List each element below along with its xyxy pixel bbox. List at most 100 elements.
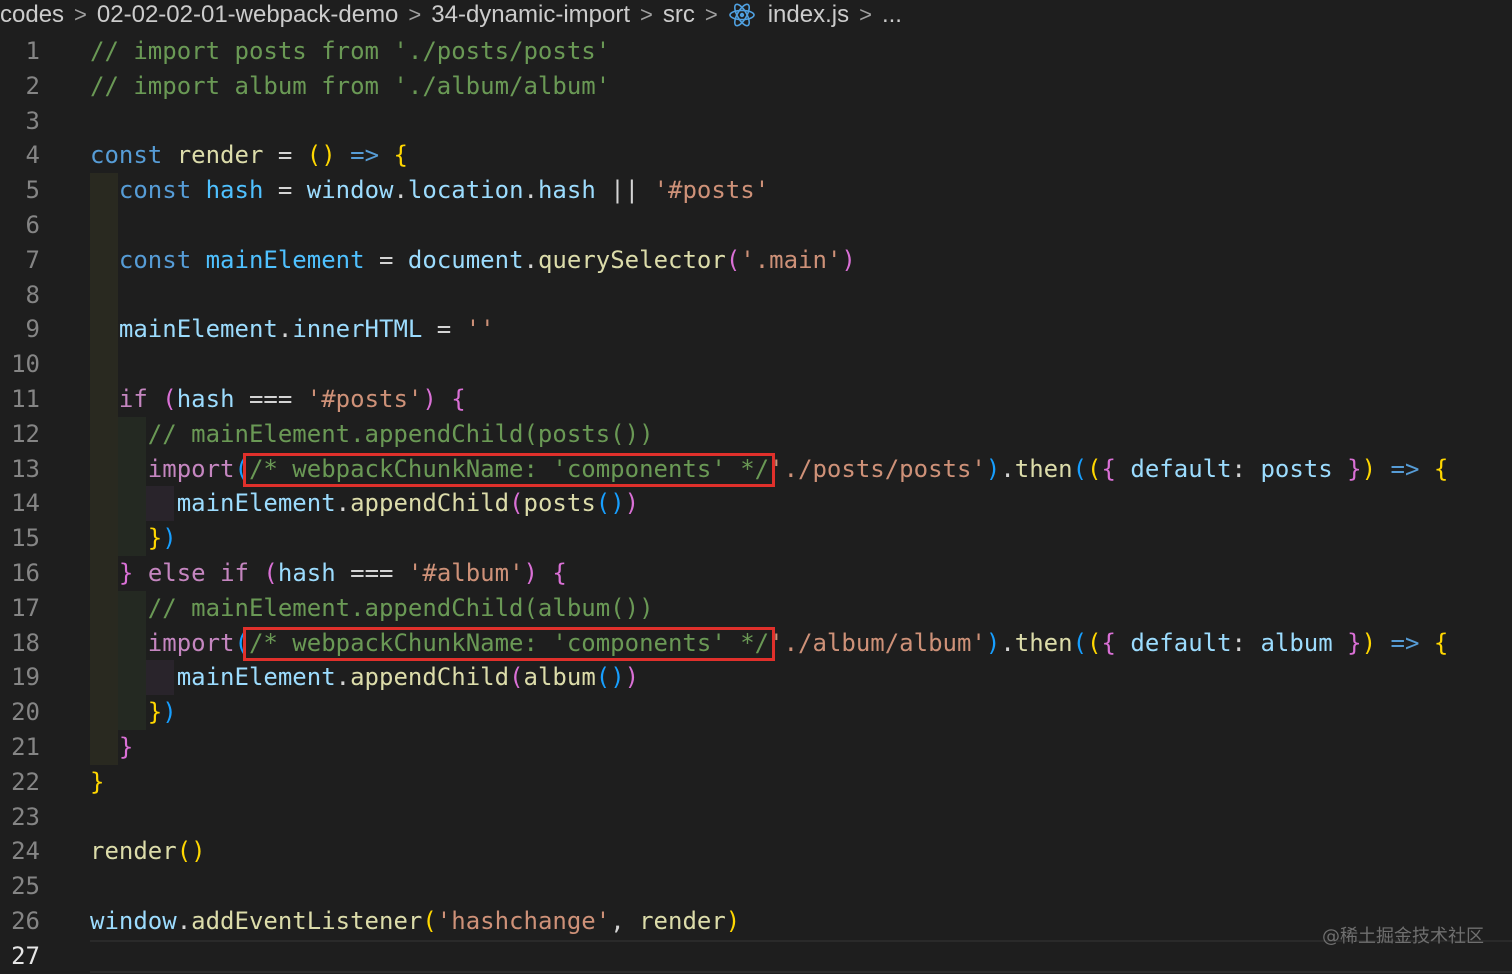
code-token: {: [552, 558, 567, 587]
code-line[interactable]: 7 const mainElement = document.querySele…: [0, 242, 1512, 278]
code-line[interactable]: 15 }): [0, 521, 1512, 556]
line-number: 11: [11, 384, 40, 413]
breadcrumb-item-codes[interactable]: codes: [0, 1, 64, 29]
code-line[interactable]: 18 import(/* webpackChunkName: 'componen…: [0, 625, 1512, 661]
code-token: {: [1101, 454, 1116, 483]
code-token: addEventListener: [191, 906, 423, 935]
line-number: 16: [11, 558, 40, 587]
code-line[interactable]: 24 render(): [0, 834, 1512, 869]
code-token: // import album from './album/album': [90, 71, 611, 100]
code-token: default: [1130, 628, 1232, 657]
code-token: (: [509, 489, 524, 518]
code-line[interactable]: 3: [0, 104, 1512, 139]
breadcrumb-item-file[interactable]: index.js: [768, 1, 849, 29]
code-text: if (hash === '#posts') {: [90, 382, 466, 417]
code-token: // mainElement.appendChild(posts()): [147, 419, 654, 448]
code-token: .: [176, 906, 192, 935]
chevron-right-icon: >: [640, 2, 653, 27]
code-line[interactable]: 9 mainElement.innerHTML = '': [0, 312, 1512, 348]
code-line[interactable]: 19 mainElement.appendChild(album()): [0, 660, 1512, 696]
code-line[interactable]: 12 // mainElement.appendChild(posts()): [0, 416, 1512, 452]
code-line[interactable]: 5 const hash = window.location.hash || '…: [0, 173, 1512, 208]
code-token: if: [118, 384, 148, 413]
code-token: // import posts from './posts/posts': [90, 37, 611, 65]
code-token: (: [234, 454, 249, 483]
code-token: }: [147, 698, 163, 727]
line-number: 21: [11, 732, 40, 761]
code-line[interactable]: 11 if (hash === '#posts') {: [0, 381, 1512, 417]
code-token: ===: [335, 558, 408, 587]
code-token: hash: [537, 176, 596, 205]
code-line[interactable]: 20 }): [0, 695, 1512, 730]
line-number: 8: [25, 280, 40, 309]
code-token: mainElement: [176, 489, 336, 518]
code-token: =>: [350, 141, 380, 170]
code-token: ): [1361, 628, 1377, 657]
code-token: =>: [1390, 628, 1420, 657]
code-token: }: [90, 767, 105, 796]
breadcrumb-item-more[interactable]: ...: [882, 1, 902, 29]
code-token: 'hashchange': [436, 906, 611, 935]
breadcrumb-item-folder[interactable]: 34-dynamic-import: [431, 1, 630, 29]
code-line[interactable]: 1 // import posts from './posts/posts': [0, 34, 1512, 69]
watermark: @稀土掘金技术社区: [1322, 926, 1484, 947]
code-line[interactable]: 10: [0, 347, 1512, 382]
code-line[interactable]: 6: [0, 207, 1512, 243]
code-line[interactable]: 14 mainElement.appendChild(posts()): [0, 486, 1512, 522]
code-token: {: [393, 141, 408, 170]
code-token: render: [639, 906, 726, 935]
line-number: 17: [11, 593, 40, 622]
code-token: hash: [277, 558, 336, 587]
code-line[interactable]: 16 } else if (hash === '#album') {: [0, 555, 1512, 591]
line-number: 6: [25, 210, 40, 239]
code-line[interactable]: 21 }: [0, 729, 1512, 765]
code-line[interactable]: 22}: [0, 765, 1512, 800]
code-token: =: [263, 141, 307, 170]
breadcrumb-item-src[interactable]: src: [663, 1, 695, 29]
line-number: 7: [25, 245, 40, 274]
code-token: posts: [523, 489, 596, 518]
code-line[interactable]: 13 import(/* webpackChunkName: 'componen…: [0, 451, 1512, 487]
code-token: mainElement: [205, 245, 365, 274]
indent-guide: [90, 347, 118, 382]
code-token: (: [1072, 454, 1088, 483]
line-number: 5: [25, 176, 40, 205]
code-token: /* webpackChunkName: 'components' */: [248, 454, 770, 483]
code-editor[interactable]: 1 // import posts from './posts/posts' 2 //…: [0, 34, 1512, 974]
code-token: import: [147, 454, 235, 483]
breadcrumb-item-project[interactable]: 02-02-02-01-webpack-demo: [97, 1, 399, 29]
code-text: }): [90, 521, 177, 556]
code-text: mainElement.appendChild(posts()): [90, 486, 639, 521]
code-token: /* webpackChunkName: 'components' */: [248, 628, 770, 657]
code-token: (): [595, 663, 625, 692]
code-token: innerHTML: [292, 315, 423, 344]
code-line[interactable]: 17 // mainElement.appendChild(album()): [0, 590, 1512, 626]
code-line[interactable]: 8: [0, 277, 1512, 313]
code-line[interactable]: 23: [0, 800, 1512, 835]
code-text: mainElement.appendChild(album()): [90, 660, 639, 695]
code-token: {: [451, 384, 466, 413]
code-line[interactable]: 26 window.addEventListener('hashchange', …: [0, 904, 1512, 939]
code-token: render: [90, 837, 177, 866]
code-line[interactable]: 4 const render = () => {: [0, 138, 1512, 173]
code-line[interactable]: 2 // import album from './album/album': [0, 69, 1512, 104]
code-token: (: [162, 384, 177, 413]
code-token: album: [523, 663, 596, 692]
code-line[interactable]: 27: [0, 938, 1512, 974]
code-token: .: [393, 176, 408, 205]
code-token: (: [422, 906, 437, 935]
code-line[interactable]: 25: [0, 869, 1512, 904]
